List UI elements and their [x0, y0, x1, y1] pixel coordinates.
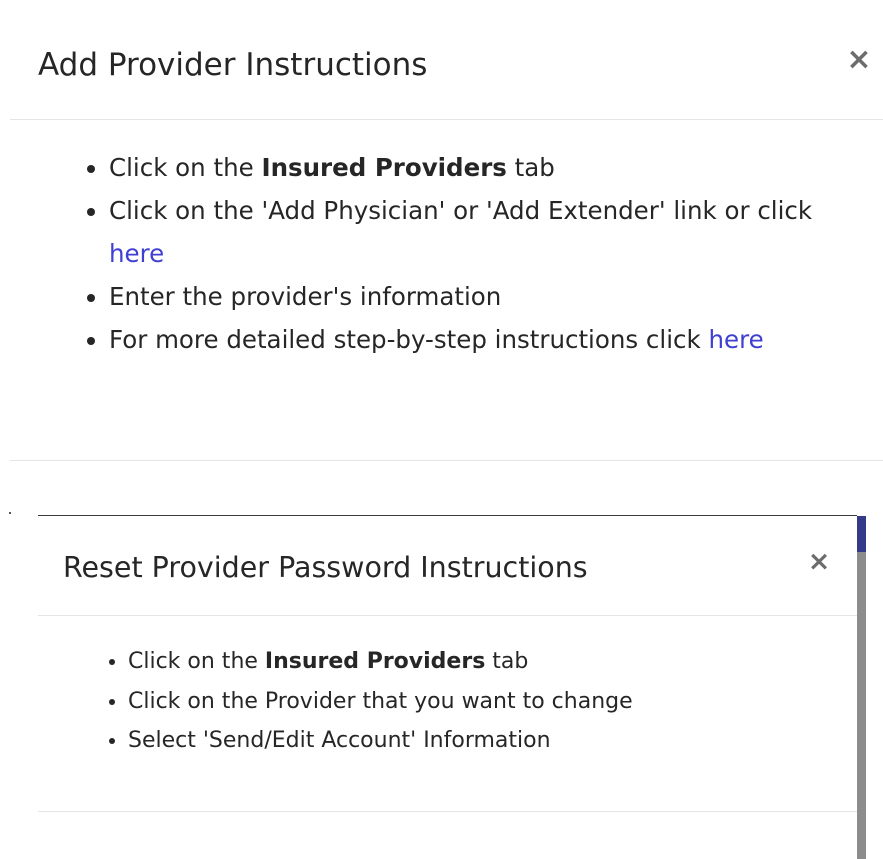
- modal-title: Reset Provider Password Instructions: [63, 551, 588, 584]
- list-item: Click on the Insured Providers tab: [128, 642, 845, 682]
- bold-text: Insured Providers: [261, 153, 507, 182]
- accent-bar: [857, 516, 866, 552]
- list-item: Enter the provider's information: [109, 275, 872, 318]
- close-icon[interactable]: ×: [804, 547, 834, 577]
- scrollbar[interactable]: [857, 552, 866, 859]
- here-link[interactable]: here: [109, 239, 164, 268]
- instruction-list: Click on the Insured Providers tab Click…: [82, 146, 872, 361]
- header-divider: [10, 119, 883, 120]
- bold-text: Insured Providers: [264, 649, 486, 674]
- here-link[interactable]: here: [708, 325, 763, 354]
- list-item: For more detailed step-by-step instructi…: [109, 318, 872, 361]
- reset-password-modal: Reset Provider Password Instructions × C…: [38, 515, 866, 859]
- modal-body: Click on the Insured Providers tab Click…: [82, 146, 872, 361]
- header-divider: [38, 615, 857, 616]
- add-provider-modal: Add Provider Instructions × Click on the…: [0, 0, 883, 470]
- modal-body: Click on the Insured Providers tab Click…: [105, 642, 845, 761]
- page: Add Provider Instructions × Click on the…: [0, 0, 883, 859]
- list-item: Click on the Insured Providers tab: [109, 146, 872, 189]
- footer-divider: [38, 811, 857, 812]
- list-item: Select 'Send/Edit Account' Information: [128, 721, 845, 761]
- footer-divider: [10, 460, 883, 461]
- close-icon[interactable]: ×: [843, 44, 875, 76]
- artifact-mark: [9, 512, 11, 514]
- list-item: Click on the Provider that you want to c…: [128, 682, 845, 722]
- modal-title: Add Provider Instructions: [38, 47, 428, 83]
- instruction-list: Click on the Insured Providers tab Click…: [105, 642, 845, 761]
- list-item: Click on the 'Add Physician' or 'Add Ext…: [109, 189, 872, 275]
